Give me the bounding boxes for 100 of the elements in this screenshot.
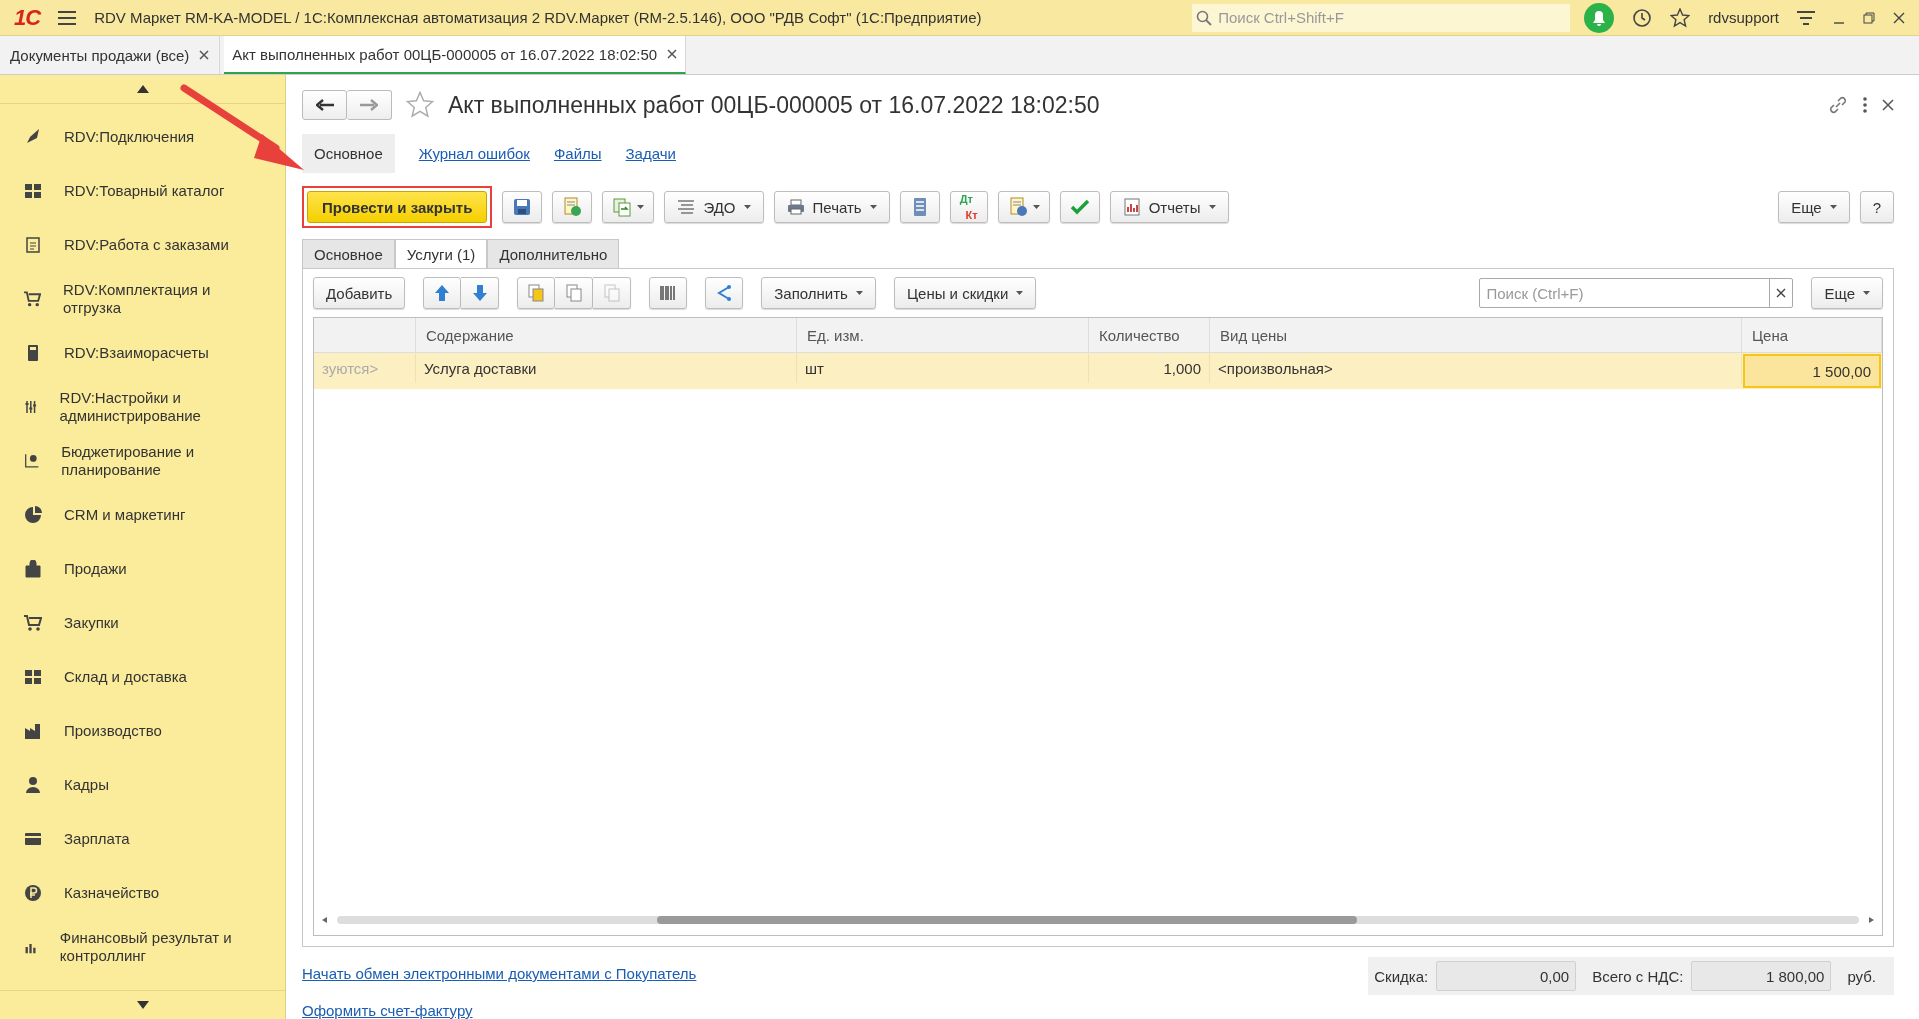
search-field[interactable]: Поиск Ctrl+Shift+F [1192,3,1571,32]
user-name[interactable]: rdvsupport [1708,9,1779,26]
caret-icon [1016,291,1024,295]
sidebar-item[interactable]: Зарплата [0,812,285,866]
document-icon [562,197,583,217]
search-field[interactable]: Поиск (Ctrl+F) [1479,278,1794,308]
scroll-left-icon[interactable] [322,917,327,923]
copy-icon [612,197,633,217]
sidebar-item[interactable]: Склад и доставка [0,650,285,704]
sidebar-item[interactable]: RDV:Товарный каталог [0,164,285,218]
window-title: RDV Маркет RM-KA-MODEL / 1С:Комплексная автоматизация 2 RDV.Маркет (RM-2.5.146), ООО "РДВ Софт" (1С:Предприятие) [94,9,982,26]
table-cell[interactable]: <произвольная> [1210,353,1742,383]
clear-icon[interactable] [1776,288,1787,298]
arrow-right-icon [360,99,378,111]
column-header[interactable]: Вид цены [1220,326,1288,344]
sidebar-item[interactable]: CRM и маркетинг [0,488,285,542]
dropdown-button[interactable]: Заполнить [761,277,876,309]
toolbar-button[interactable] [997,191,1050,223]
table-cell[interactable]: шт [797,353,1089,383]
sidebar-item[interactable]: Бюджетирование и планирование [0,434,285,488]
star-icon[interactable] [406,91,434,119]
edo-button[interactable]: ЭДО [664,191,764,223]
table-cell[interactable]: Услуга доставки [416,353,797,383]
scroll-up-icon[interactable] [136,85,149,93]
close-icon[interactable] [1882,99,1894,111]
document-tab[interactable]: Акт выполненных работ 00ЦБ-000005 от 16.07.2022 18:02:50 [224,36,687,74]
action-link[interactable]: Начать обмен электронными документами с Покупатель [302,965,697,982]
print-button[interactable]: Печать [773,191,890,223]
sidebar-item[interactable]: Финансовый результат и контроллинг [0,920,285,974]
grid-icon [24,668,42,686]
close-icon[interactable] [199,50,210,60]
column-header[interactable]: Количество [1099,326,1180,344]
caret-icon [637,205,645,209]
sidebar-item[interactable]: Закупки [0,596,285,650]
toolbar-button[interactable] [502,191,543,223]
help-button[interactable]: ? [1859,191,1894,223]
section-link[interactable]: Задачи [625,144,676,162]
column-header[interactable]: Содержание [426,326,514,344]
printer-icon [786,199,805,215]
arrow-down-icon [470,284,489,302]
arrow-left-icon [315,99,334,111]
more-button[interactable]: Еще [1811,277,1883,309]
table-cell[interactable]: 1,000 [1089,353,1210,383]
filter-icon[interactable] [1797,10,1815,25]
column-header[interactable]: Ед. изм. [807,326,864,344]
total-label: Всего с НДС: [1592,967,1684,985]
copy-icon [602,284,621,302]
sidebar-item[interactable]: Кадры [0,758,285,812]
link-icon[interactable] [1828,95,1848,115]
section-link[interactable]: Файлы [553,144,602,162]
search-icon [1196,9,1213,26]
pie-chart-icon [24,506,42,524]
logo: 1С [14,4,41,31]
page-tab[interactable]: Основное [302,239,395,269]
section-link[interactable]: Основное [302,133,395,173]
more-icon[interactable] [1862,96,1868,114]
search-input[interactable]: Поиск Ctrl+Shift+F [1216,8,1567,27]
share-icon [715,284,734,302]
dropdown-button[interactable]: Цены и скидки [893,277,1037,309]
sidebar-item[interactable]: Продажи [0,542,285,596]
sidebar-item[interactable]: Производство [0,704,285,758]
factory-icon [24,722,42,740]
form-title: Акт выполненных работ 00ЦБ-000005 от 16.07.2022 18:02:50 [448,91,1100,119]
scroll-right-icon[interactable] [1869,917,1874,923]
close-icon[interactable] [667,49,678,59]
toolbar-button[interactable] [461,277,500,309]
document-icon [527,284,546,302]
toolbar-button[interactable] [649,277,688,309]
add-button[interactable]: Добавить [313,277,406,309]
caret-icon [1208,205,1216,209]
column-header[interactable]: Цена [1752,326,1789,344]
sidebar-item[interactable]: RDV:Комплектация и отгрузка [0,272,285,326]
document-tab[interactable]: Документы продажи (все) [0,36,221,74]
page-tab[interactable]: Дополнительно [487,239,620,269]
close-icon[interactable] [1893,11,1905,24]
toolbar-button[interactable] [705,277,744,309]
document-icon [24,236,42,254]
section-link[interactable]: Журнал ошибок [418,144,530,162]
back-button[interactable] [302,90,347,120]
discount-field[interactable]: 0,00 [1436,961,1577,991]
action-link[interactable]: Оформить счет-фактуру [302,1002,697,1019]
toolbar-button[interactable] [423,277,462,309]
bell-icon[interactable] [1584,2,1615,33]
table-cell[interactable]: 1 500,00 [1743,354,1881,388]
total-field[interactable]: 1 800,00 [1691,961,1832,991]
menu-icon[interactable] [58,10,77,25]
star-icon[interactable] [1670,7,1691,28]
debit-credit-button[interactable]: Дт Кт [949,191,988,223]
sidebar-item[interactable]: RDV:Работа с заказами [0,218,285,272]
history-icon[interactable] [1632,7,1653,28]
sidebar-item[interactable]: Казначейство [0,866,285,920]
sidebar-item[interactable]: RDV:Настройки и администрирование [0,380,285,434]
sidebar-item[interactable]: RDV:Взаиморасчеты [0,326,285,380]
post-and-close-button[interactable]: Провести и закрыть [307,191,488,223]
sidebar-item[interactable]: RDV:Подключения [0,110,285,164]
page-tab[interactable]: Услуги (1) [394,239,488,269]
reports-button[interactable]: Отчеты [1109,191,1229,223]
scroll-down-icon[interactable] [136,1001,149,1009]
restore-icon[interactable] [1863,11,1875,24]
more-button[interactable]: Еще [1778,191,1850,223]
